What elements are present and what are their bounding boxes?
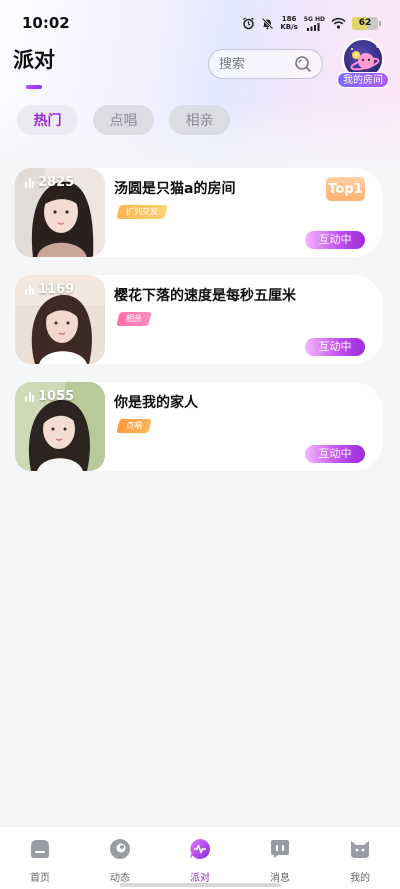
nav-label: 派对 bbox=[190, 873, 210, 884]
nav-item-party[interactable]: 派对 bbox=[160, 827, 240, 889]
listener-count-value: 1055 bbox=[38, 389, 75, 404]
alarm-icon bbox=[243, 16, 255, 29]
tab-sing[interactable]: 点唱 bbox=[93, 105, 154, 135]
nav-label: 动态 bbox=[110, 873, 130, 884]
search-input[interactable] bbox=[219, 56, 291, 72]
search-icon[interactable] bbox=[294, 55, 312, 73]
rank-badge: Top1 bbox=[326, 177, 365, 201]
wifi-icon bbox=[331, 17, 346, 29]
status-icons: 186 KB/s 5G HD 62 bbox=[242, 15, 381, 31]
nav-label: 消息 bbox=[270, 873, 290, 884]
message-icon bbox=[271, 840, 289, 858]
home-icon bbox=[31, 840, 49, 858]
listener-count-value: 2825 bbox=[38, 175, 75, 190]
room-title: 樱花下落的速度是每秒五厘米 bbox=[114, 288, 296, 304]
nav-label: 首页 bbox=[30, 873, 50, 884]
audio-bars-icon bbox=[25, 391, 34, 402]
listener-count-value: 1169 bbox=[38, 282, 75, 297]
battery-level: 62 bbox=[358, 18, 372, 28]
room-status-button[interactable]: 互动中 bbox=[305, 338, 365, 356]
room-card[interactable]: 2825 汤圆是只猫a的房间 扩列交友 Top1 互动中 bbox=[15, 168, 383, 257]
listener-count: 2825 bbox=[25, 175, 74, 190]
audio-bars-icon bbox=[25, 284, 34, 295]
room-tag: 扩列交友 bbox=[116, 205, 168, 219]
room-cover-image: 1169 bbox=[15, 275, 105, 364]
my-room-button[interactable]: 我的房间 bbox=[337, 38, 389, 90]
tab-hot[interactable]: 热门 bbox=[17, 105, 78, 135]
room-title: 汤圆是只猫a的房间 bbox=[114, 181, 236, 197]
nav-item-moments[interactable]: 动态 bbox=[80, 827, 160, 889]
listener-count: 1169 bbox=[25, 282, 74, 297]
category-tabs: 热门 点唱 相亲 bbox=[17, 105, 230, 135]
battery-indicator: 62 bbox=[352, 16, 381, 30]
my-room-label: 我的房间 bbox=[337, 72, 389, 88]
mute-bell-icon bbox=[261, 17, 274, 29]
nav-item-home[interactable]: 首页 bbox=[0, 827, 80, 889]
room-tag-label: 点唱 bbox=[126, 421, 142, 430]
net-speed: 186 KB/s bbox=[280, 15, 297, 31]
net-speed-unit: KB/s bbox=[280, 23, 298, 31]
room-card[interactable]: 1169 樱花下落的速度是每秒五厘米 相亲 互动中 bbox=[15, 275, 383, 364]
signal-icon bbox=[307, 22, 320, 31]
room-cover-image: 2825 bbox=[15, 168, 105, 257]
net-speed-value: 186 bbox=[281, 15, 297, 23]
room-status-button[interactable]: 互动中 bbox=[305, 231, 365, 249]
nav-label: 我的 bbox=[350, 873, 370, 884]
network-type-label: 5G HD bbox=[303, 15, 325, 23]
status-time: 10:02 bbox=[22, 14, 70, 32]
bottom-nav: 首页 动态 派对 消息 我的 bbox=[0, 826, 400, 889]
room-tag: 相亲 bbox=[116, 312, 152, 326]
party-icon bbox=[190, 838, 211, 859]
listener-count: 1055 bbox=[25, 389, 74, 404]
nav-item-profile[interactable]: 我的 bbox=[320, 827, 400, 889]
room-tag-label: 扩列交友 bbox=[126, 207, 158, 216]
network-type: 5G HD bbox=[304, 16, 325, 31]
room-tag: 点唱 bbox=[116, 419, 152, 433]
room-tag-label: 相亲 bbox=[126, 314, 142, 323]
title-underline bbox=[26, 85, 42, 89]
moments-icon bbox=[110, 839, 130, 859]
home-indicator[interactable] bbox=[120, 883, 280, 887]
nav-item-messages[interactable]: 消息 bbox=[240, 827, 320, 889]
room-status-button[interactable]: 互动中 bbox=[305, 445, 365, 463]
room-cover-image: 1055 bbox=[15, 382, 105, 471]
profile-icon bbox=[351, 841, 369, 858]
room-card[interactable]: 1055 你是我的家人 点唱 互动中 bbox=[15, 382, 383, 471]
tab-dating[interactable]: 相亲 bbox=[169, 105, 230, 135]
room-title: 你是我的家人 bbox=[114, 395, 198, 411]
page-title: 派对 bbox=[13, 48, 55, 72]
audio-bars-icon bbox=[25, 177, 34, 188]
search-box[interactable] bbox=[208, 49, 323, 79]
